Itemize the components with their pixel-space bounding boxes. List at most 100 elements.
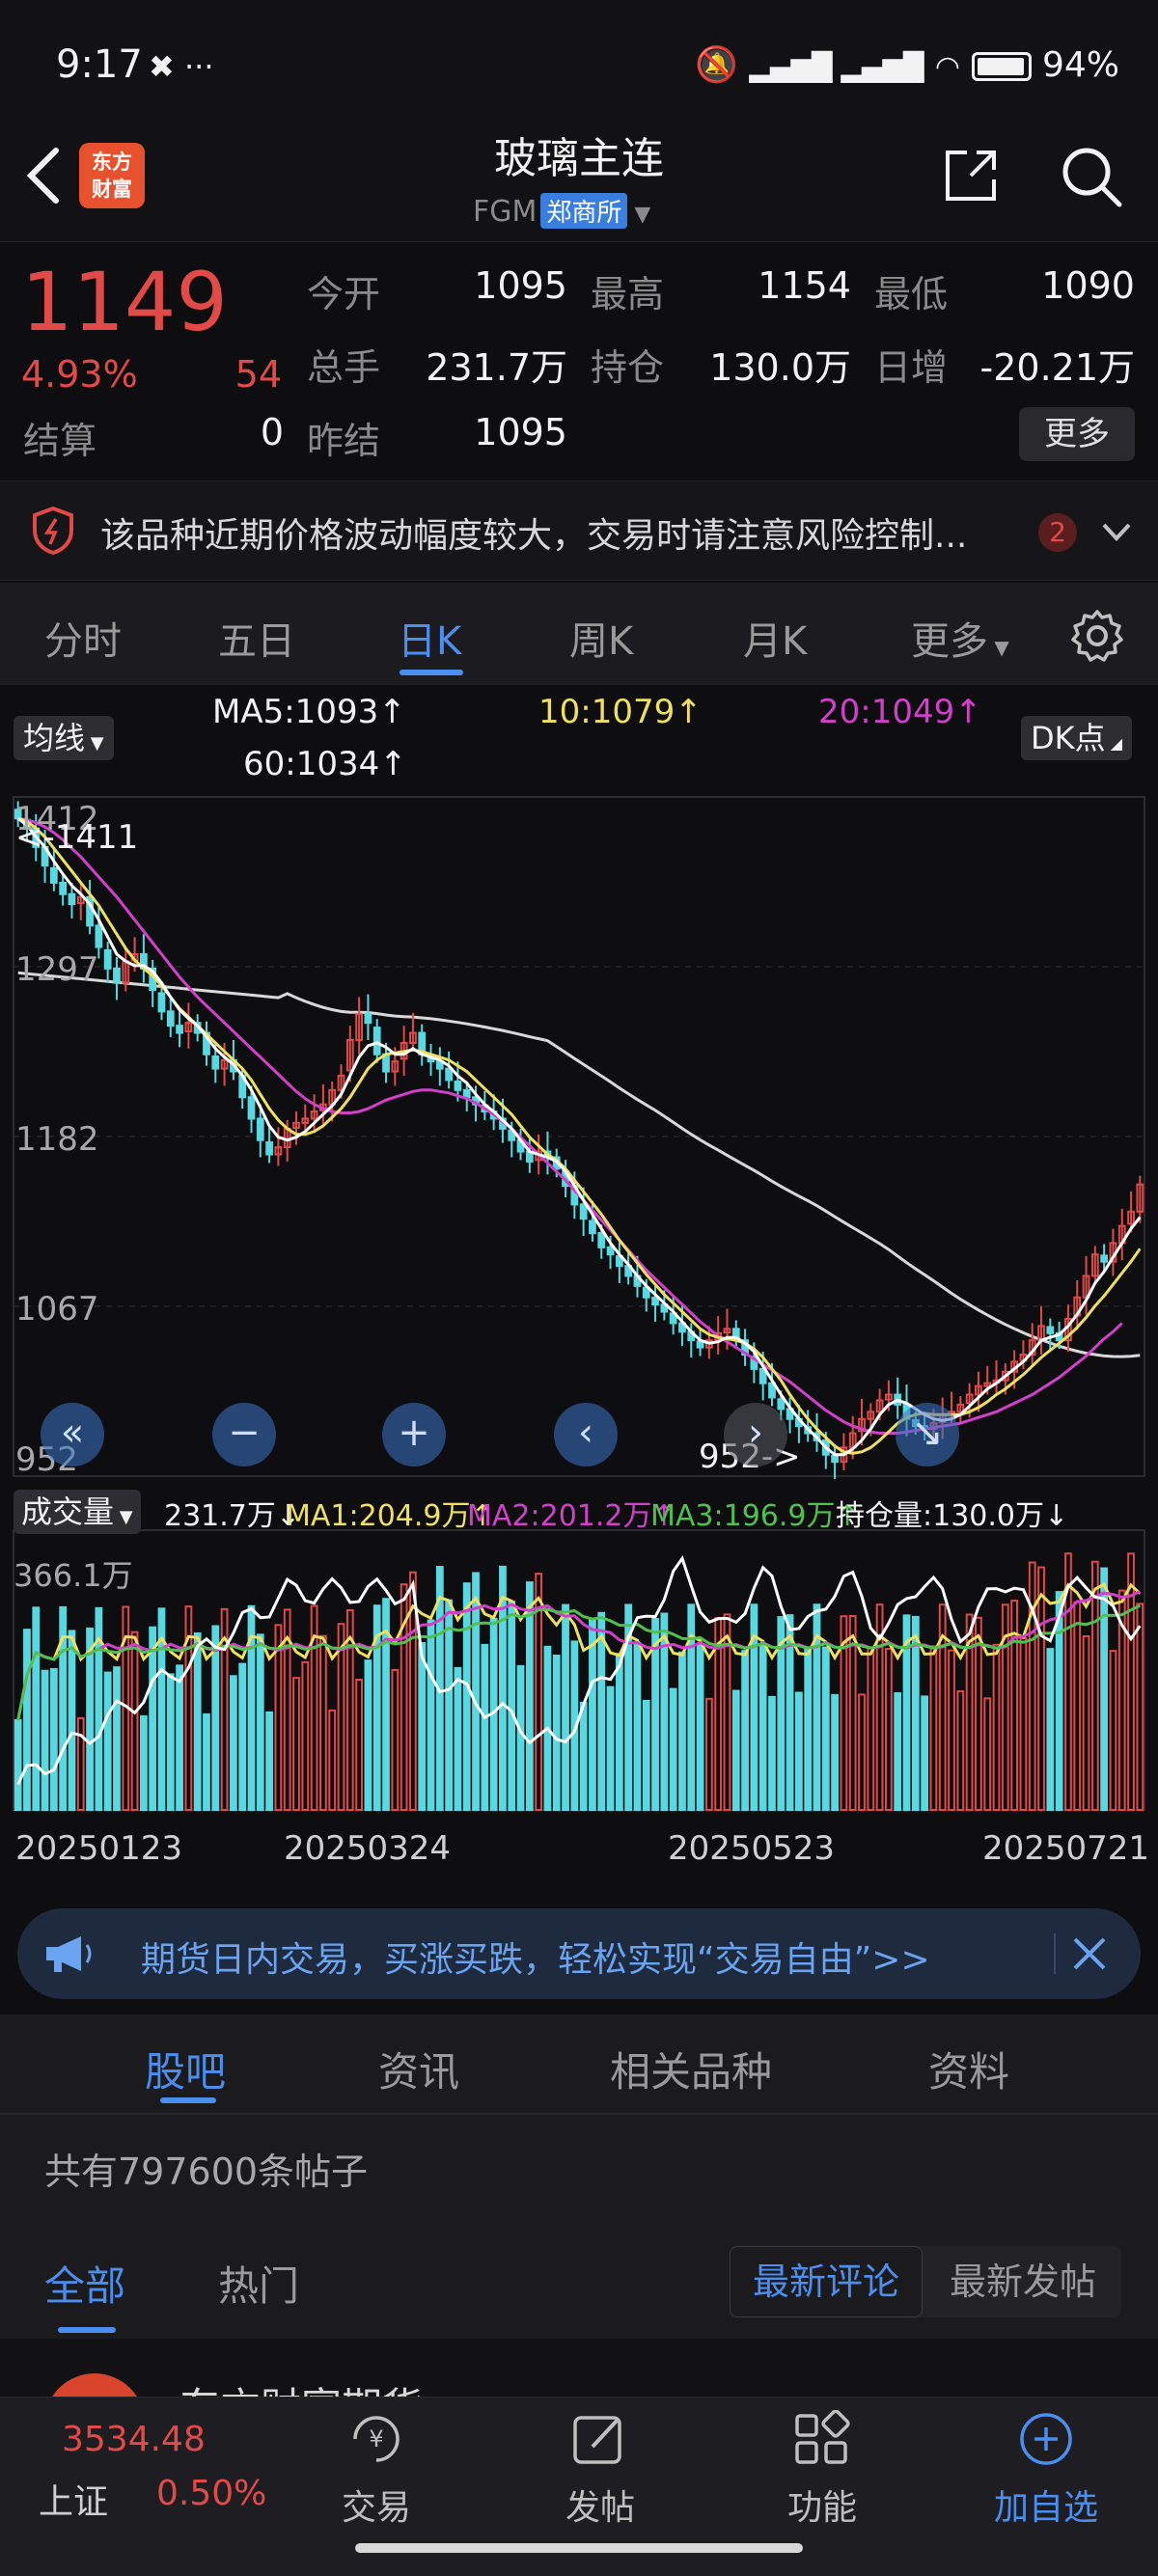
zoom-in-button[interactable]: + [382, 1403, 446, 1466]
volume-bar [481, 1643, 489, 1811]
low-label: 最低 [874, 273, 949, 315]
nav-add-watchlist[interactable]: 加自选 [979, 2480, 1114, 2530]
nav-post[interactable]: 发帖 [533, 2480, 668, 2530]
volume-bar [193, 1632, 202, 1812]
reset-button[interactable]: ↘ [896, 1403, 959, 1466]
volume-label: 总手 [307, 346, 381, 389]
gear-icon[interactable] [1069, 608, 1125, 664]
search-icon[interactable] [1060, 145, 1123, 208]
tab-five-day[interactable]: 五日 [218, 610, 295, 666]
tab-daily-k[interactable]: 日K [398, 610, 461, 666]
candle-body [166, 1010, 175, 1028]
status-icons: 🔕 ▂▄▆█ ▂▄▆█ ◠ 94% [695, 44, 1119, 85]
volume-bar [758, 1644, 767, 1811]
chevron-down-icon[interactable] [1100, 517, 1133, 546]
candles [14, 801, 1144, 1479]
volume-bar [579, 1701, 588, 1812]
prev-settle-value: 1095 [474, 411, 567, 453]
sort-latest-post[interactable]: 最新发帖 [926, 2246, 1119, 2317]
tab-forum[interactable]: 股吧 [145, 2040, 226, 2098]
change-percent: 4.93% [21, 353, 138, 396]
nav-functions[interactable]: 功能 [755, 2480, 890, 2530]
close-icon[interactable] [1069, 1933, 1110, 1974]
volume-bar [768, 1695, 776, 1811]
candle-body [247, 1096, 256, 1120]
candle-body [256, 1117, 264, 1141]
rewind-button[interactable]: « [41, 1403, 104, 1466]
index-change[interactable]: 0.50% [156, 2474, 266, 2513]
sort-latest-comment[interactable]: 最新评论 [730, 2246, 923, 2317]
scroll-right-button[interactable]: › [724, 1403, 787, 1466]
volume-bar [615, 1653, 623, 1811]
high-label: 最高 [591, 273, 665, 315]
scroll-left-button[interactable]: ‹ [554, 1403, 618, 1466]
candle-body [68, 892, 76, 906]
volume-bar [238, 1662, 247, 1811]
trade-icon[interactable]: ¥ [345, 2410, 407, 2468]
volume-bar [130, 1631, 139, 1811]
ma20-line [17, 816, 1123, 1435]
add-circle-icon[interactable] [1015, 2410, 1077, 2468]
volume-bar [1082, 1634, 1090, 1812]
nav-trade[interactable]: 交易 [309, 2480, 444, 2530]
volume-bar [508, 1601, 516, 1811]
candle-body [59, 881, 68, 895]
open-label: 今开 [307, 273, 381, 315]
tab-monthly-k[interactable]: 月K [743, 610, 807, 666]
candle-body [265, 1140, 273, 1156]
kline-chart[interactable]: 1412129711821067952366.1万 [0, 772, 1158, 1881]
zoom-out-button[interactable]: − [212, 1403, 276, 1466]
volume-bar [669, 1687, 677, 1812]
wifi-icon: ◠ [934, 50, 961, 84]
filter-all[interactable]: 全部 [44, 2254, 125, 2313]
tab-related[interactable]: 相关品种 [610, 2040, 772, 2098]
candle-body [103, 948, 112, 970]
volume-bar [328, 1709, 337, 1812]
grid-icon[interactable] [791, 2410, 853, 2468]
volume-bar [678, 1651, 686, 1811]
volume-bar [1127, 1552, 1135, 1812]
caret-down-icon: ▼ [627, 203, 651, 227]
volume-bar [176, 1664, 183, 1811]
index-value[interactable]: 3534.48 [62, 2420, 206, 2459]
tab-weekly-k[interactable]: 周K [569, 610, 633, 666]
prev-settle-label: 昨结 [307, 420, 381, 462]
volume-bar [562, 1603, 569, 1811]
volume-bar [831, 1693, 839, 1811]
contract-info[interactable]: FGM 郑商所 ▼ [473, 193, 650, 229]
volume-bar [391, 1668, 400, 1812]
price-axis-label: 1297 [15, 950, 99, 989]
ma-select[interactable]: 均线 ▼ [14, 716, 114, 760]
warning-text: 该品种近期价格波动幅度较大，交易时请注意风险控制... [100, 516, 968, 556]
date-label-2: 20250324 [284, 1829, 452, 1868]
daily-inc-value: -20.21万 [979, 346, 1136, 389]
volume-bar [704, 1697, 713, 1811]
share-icon[interactable] [942, 147, 1000, 205]
compose-icon[interactable] [569, 2410, 631, 2468]
promo-divider [1054, 1933, 1056, 1974]
shield-warning-icon [33, 506, 73, 556]
volume-bar [49, 1667, 58, 1811]
tab-news[interactable]: 资讯 [378, 2040, 459, 2098]
caret-down-icon: ▼ [988, 636, 1009, 659]
volume-bar [427, 1619, 435, 1812]
dk-button[interactable]: DK点 ◢ [1021, 716, 1133, 760]
volume-ma2-legend: MA2:201.2万↑ [467, 1499, 676, 1533]
volume-bar [741, 1650, 749, 1811]
ma-lines [16, 816, 1142, 1457]
more-button[interactable]: 更多 [1019, 407, 1135, 461]
volume-bar [885, 1648, 893, 1812]
tab-intraday[interactable]: 分时 [44, 610, 122, 666]
volume-bar [696, 1643, 704, 1811]
battery-level: 94% [1042, 45, 1120, 85]
indicator-select[interactable]: 成交量 ▼ [14, 1490, 141, 1534]
candle-body [372, 1027, 381, 1055]
avatar[interactable] [44, 2373, 145, 2397]
volume-bar [14, 1718, 22, 1812]
filter-hot[interactable]: 热门 [218, 2254, 299, 2313]
tab-more[interactable]: 更多 ▼ [911, 610, 1009, 666]
index-name[interactable]: 上证 [39, 2474, 108, 2524]
tab-info[interactable]: 资料 [928, 2040, 1009, 2098]
volume-bar [256, 1633, 264, 1811]
post-author[interactable]: 东方财富期货 [179, 2375, 565, 2397]
